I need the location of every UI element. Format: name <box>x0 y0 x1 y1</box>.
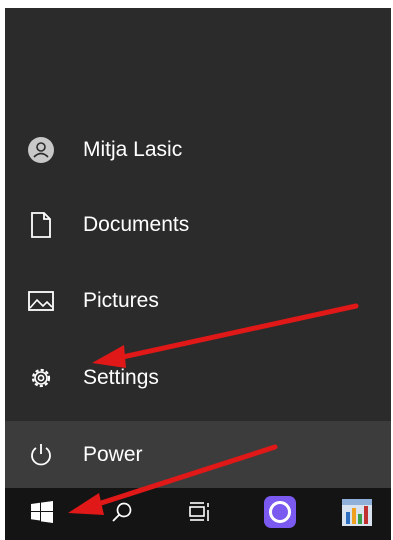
cortana-ring-icon <box>263 495 297 534</box>
menu-item-label: Documents <box>83 213 190 236</box>
power-icon <box>26 440 56 470</box>
menu-item-label: Pictures <box>83 289 159 312</box>
taskbar <box>5 488 391 540</box>
menu-item-label: Settings <box>83 366 159 389</box>
gear-icon <box>26 363 56 393</box>
menu-item-pictures[interactable]: Pictures <box>5 269 391 333</box>
search-icon <box>110 500 134 529</box>
menu-item-label: Power <box>83 442 143 466</box>
document-icon <box>26 210 56 240</box>
windows-logo-icon <box>31 500 53 528</box>
start-menu: Mitja Lasic Documents Pictures Settings … <box>5 8 391 488</box>
menu-item-user[interactable]: Mitja Lasic <box>5 118 391 182</box>
app-chart-icon <box>341 496 373 533</box>
search-button[interactable] <box>97 488 147 540</box>
picture-icon <box>26 286 56 316</box>
menu-item-settings[interactable]: Settings <box>5 346 391 410</box>
menu-item-power[interactable]: Power <box>5 421 391 488</box>
start-button[interactable] <box>17 488 67 540</box>
app-button[interactable] <box>332 488 382 540</box>
menu-item-label: Mitja Lasic <box>83 138 183 161</box>
user-avatar-icon <box>26 135 56 165</box>
menu-item-documents[interactable]: Documents <box>5 193 391 257</box>
cortana-button[interactable] <box>255 488 305 540</box>
task-view-button[interactable] <box>175 488 225 540</box>
task-view-icon <box>189 501 211 528</box>
